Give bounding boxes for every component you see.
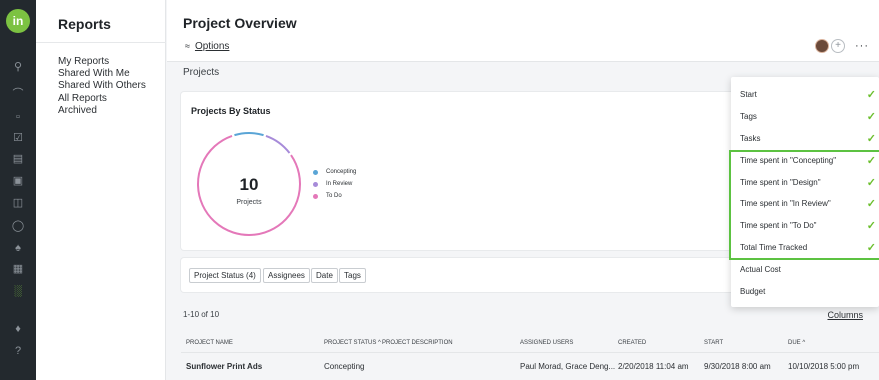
check-icon: ✓	[866, 177, 876, 189]
sidebar-item-shared-with-me[interactable]: Shared With Me	[58, 68, 146, 80]
cell-project-status[interactable]: Concepting	[324, 362, 364, 371]
donut-slice-concepting	[234, 132, 264, 137]
page-title: Project Overview	[183, 15, 297, 31]
reports-sidebar: Reports My Reports Shared With Me Shared…	[36, 0, 166, 380]
review-icon[interactable]: ▣	[9, 174, 27, 188]
filter-date[interactable]: Date	[311, 268, 338, 283]
tasks-icon[interactable]: ☑	[9, 131, 27, 145]
check-icon: ✓	[866, 198, 876, 210]
legend-item-concepting: Concepting	[313, 166, 356, 178]
sidebar-item-archived[interactable]: Archived	[58, 105, 146, 117]
sidebar-list: My Reports Shared With Me Shared With Ot…	[58, 56, 146, 117]
filter-assignees[interactable]: Assignees	[263, 268, 310, 283]
col-header-created[interactable]: CREATED	[618, 340, 646, 346]
check-icon: ✓	[866, 220, 876, 232]
sidebar-title: Reports	[58, 16, 111, 32]
legend-item-in-review: In Review	[313, 178, 356, 190]
col-header-name[interactable]: PROJECT NAME	[186, 340, 233, 346]
apps-icon[interactable]: ▦	[9, 262, 27, 276]
sidebar-item-shared-with-others[interactable]: Shared With Others	[58, 80, 146, 92]
time-icon[interactable]: ◯	[9, 219, 27, 233]
menu-item-time-in-review[interactable]: Time spent in "In Review" ✓	[731, 195, 879, 215]
avatar[interactable]	[815, 39, 829, 53]
col-header-status[interactable]: PROJECT STATUS ^	[324, 340, 381, 346]
search-icon[interactable]: ⚲	[9, 60, 27, 74]
check-icon: ✓	[866, 242, 876, 254]
menu-item-total-time[interactable]: Total Time Tracked ✓	[731, 239, 879, 259]
options-button[interactable]: ≈ Options	[185, 41, 229, 52]
cell-due[interactable]: 10/10/2018 5:00 pm	[788, 362, 859, 371]
sidebar-item-all-reports[interactable]: All Reports	[58, 93, 146, 105]
status-donut-chart: 10 Projects	[197, 132, 301, 236]
app-logo[interactable]: in	[6, 9, 30, 33]
app-rail: in ⚲ ⌒ ▫ ☑ ▤ ▣ ◫ ◯ ♠ ▦ ░ ♦ ?	[0, 0, 36, 380]
col-header-start[interactable]: START	[704, 340, 723, 346]
check-icon: ✓	[866, 155, 876, 167]
folder-icon[interactable]: ▫	[9, 110, 27, 124]
check-icon: ✓	[866, 111, 876, 123]
sidebar-item-my-reports[interactable]: My Reports	[58, 56, 146, 68]
col-header-users[interactable]: ASSIGNED USERS	[520, 340, 573, 346]
calendar-icon[interactable]: ◫	[9, 196, 27, 210]
add-user-button[interactable]: +	[831, 39, 845, 53]
cell-project-name[interactable]: Sunflower Print Ads	[186, 362, 262, 371]
options-label: Options	[194, 41, 230, 52]
filter-tags[interactable]: Tags	[339, 268, 366, 283]
divider	[36, 42, 166, 43]
help-icon[interactable]: ?	[9, 344, 27, 358]
donut-total-label: Projects	[236, 199, 262, 206]
menu-item-time-design[interactable]: Time spent in "Design" ✓	[731, 174, 879, 194]
chart-title: Projects By Status	[191, 106, 271, 116]
cell-created: 2/20/2018 11:04 am	[618, 362, 689, 371]
filter-project-status[interactable]: Project Status (4)	[189, 268, 261, 283]
check-icon: ✓	[866, 89, 876, 101]
divider	[181, 352, 879, 353]
cell-start[interactable]: 9/30/2018 8:00 am	[704, 362, 771, 371]
chart-legend: Concepting In Review To Do	[313, 166, 356, 202]
header-actions: + ···	[815, 38, 869, 54]
col-header-description[interactable]: PROJECT DESCRIPTION	[382, 340, 453, 346]
donut-total: 10	[240, 175, 259, 194]
menu-item-time-concepting[interactable]: Time spent in "Concepting" ✓	[731, 152, 879, 172]
menu-item-time-to-do[interactable]: Time spent in "To Do" ✓	[731, 217, 879, 237]
notifications-icon[interactable]: ♦	[9, 322, 27, 336]
menu-item-actual-cost[interactable]: Actual Cost	[731, 261, 879, 281]
menu-item-start[interactable]: Start ✓	[731, 86, 879, 106]
options-icon: ≈	[185, 41, 190, 51]
menu-item-tasks[interactable]: Tasks ✓	[731, 130, 879, 150]
people-icon[interactable]: ♠	[9, 241, 27, 255]
page-header: Project Overview ≈ Options + ···	[167, 0, 879, 62]
legend-item-to-do: To Do	[313, 190, 356, 202]
columns-button[interactable]: Columns	[827, 310, 863, 320]
more-menu-button[interactable]: ···	[855, 40, 869, 52]
columns-menu: Start ✓ Tags ✓ Tasks ✓ Time spent in "Conce…	[731, 77, 879, 307]
result-count: 1-10 of 10	[183, 310, 220, 319]
dashboard-icon[interactable]: ⌒	[9, 87, 27, 101]
menu-item-tags[interactable]: Tags ✓	[731, 108, 879, 128]
inbox-icon[interactable]: ▤	[9, 152, 27, 166]
reports-icon[interactable]: ░	[9, 284, 27, 298]
menu-item-budget[interactable]: Budget	[731, 283, 879, 303]
donut-slice-in-review	[265, 134, 291, 154]
check-icon: ✓	[866, 133, 876, 145]
section-label: Projects	[183, 67, 220, 78]
cell-assigned-users[interactable]: Paul Morad, Grace Deng...	[520, 362, 615, 371]
col-header-due[interactable]: DUE ^	[788, 340, 805, 346]
